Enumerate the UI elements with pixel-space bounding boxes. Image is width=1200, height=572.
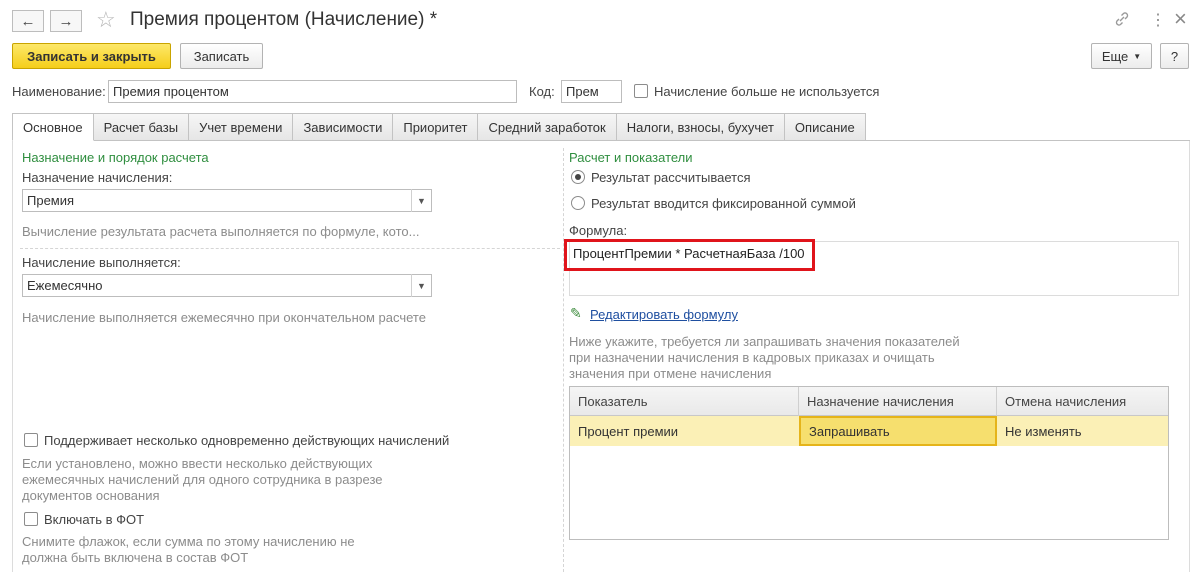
forward-button[interactable]: →	[50, 10, 82, 32]
indicators-hint-line-1: Ниже укажите, требуется ли запрашивать з…	[569, 334, 960, 349]
table-cell-assignment[interactable]: Запрашивать	[799, 416, 997, 446]
close-icon[interactable]: ×	[1174, 6, 1187, 32]
tab-taxes[interactable]: Налоги, взносы, бухучет	[616, 113, 785, 141]
unused-label: Начисление больше не используется	[654, 84, 880, 99]
purpose-hint: Вычисление результата расчета выполняетс…	[22, 224, 420, 239]
favorite-star-icon[interactable]: ☆	[96, 7, 116, 33]
purpose-value: Премия	[27, 193, 75, 208]
purpose-dropdown-arrow-icon[interactable]: ▼	[411, 189, 431, 212]
table-row[interactable]: Процент премии Запрашивать Не изменять	[570, 416, 1168, 446]
result-fixed-label: Результат вводится фиксированной суммой	[591, 196, 856, 211]
save-button[interactable]: Записать	[180, 43, 263, 69]
tab-main[interactable]: Основное	[12, 113, 94, 141]
code-label: Код:	[529, 84, 555, 99]
execution-value: Ежемесячно	[27, 278, 103, 293]
left-section-title: Назначение и порядок расчета	[22, 150, 209, 165]
code-input[interactable]: Прем	[561, 80, 622, 103]
column-divider	[563, 148, 564, 572]
tab-base-calc[interactable]: Расчет базы	[93, 113, 190, 141]
arrow-left-icon: ←	[20, 12, 36, 30]
section-divider	[20, 248, 560, 249]
window-title: Премия процентом (Начисление) *	[130, 9, 438, 30]
execution-hint: Начисление выполняется ежемесячно при ок…	[22, 310, 426, 325]
multi-hint-line-1: Если установлено, можно ввести несколько…	[22, 456, 373, 471]
indicators-hint-line-2: при назначении начисления в кадровых при…	[569, 350, 935, 365]
column-header-cancellation[interactable]: Отмена начисления	[997, 387, 1168, 416]
pencil-icon: ✎	[570, 305, 582, 321]
column-header-indicator[interactable]: Показатель	[570, 387, 799, 416]
result-fixed-radio[interactable]	[571, 196, 585, 210]
tab-bar: Основное Расчет базы Учет времени Зависи…	[12, 113, 866, 141]
back-button[interactable]: ←	[12, 10, 44, 32]
link-icon[interactable]	[1113, 10, 1131, 33]
name-label: Наименование:	[12, 84, 106, 99]
indicators-hint-line-3: значения при отмене начисления	[569, 366, 772, 381]
table-header: Показатель Назначение начисления Отмена …	[570, 387, 1168, 416]
dropdown-arrow-icon: ▼	[1133, 51, 1142, 61]
save-and-close-button[interactable]: Записать и закрыть	[12, 43, 171, 69]
multi-hint-line-3: документов основания	[22, 488, 160, 503]
tab-time[interactable]: Учет времени	[189, 113, 294, 141]
more-menu-icon[interactable]: ⋮	[1150, 10, 1166, 30]
more-button[interactable]: Еще ▼	[1091, 43, 1152, 69]
arrow-right-icon: →	[58, 12, 74, 30]
tab-priority[interactable]: Приоритет	[393, 113, 479, 141]
name-input[interactable]: Премия процентом	[108, 80, 517, 103]
column-header-assignment[interactable]: Назначение начисления	[799, 387, 997, 416]
execution-label: Начисление выполняется:	[22, 255, 181, 270]
unused-checkbox[interactable]	[634, 84, 648, 98]
result-calculated-label: Результат рассчитывается	[591, 170, 751, 185]
help-button[interactable]: ?	[1160, 43, 1189, 69]
tab-dependencies[interactable]: Зависимости	[293, 113, 394, 141]
formula-highlight-box	[564, 239, 815, 271]
edit-formula-link[interactable]: Редактировать формулу	[590, 307, 738, 322]
purpose-select[interactable]: Премия	[22, 189, 432, 212]
execution-select[interactable]: Ежемесячно	[22, 274, 432, 297]
table-cell-indicator[interactable]: Процент премии	[570, 416, 799, 446]
fot-hint-line-2: должна быть включена в состав ФОТ	[22, 550, 249, 565]
table-cell-cancellation[interactable]: Не изменять	[997, 416, 1168, 446]
fot-hint-line-1: Снимите флажок, если сумма по этому начи…	[22, 534, 355, 549]
formula-label: Формула:	[569, 223, 628, 238]
execution-dropdown-arrow-icon[interactable]: ▼	[411, 274, 431, 297]
result-calculated-radio[interactable]	[571, 170, 585, 184]
multi-accrual-checkbox[interactable]	[24, 433, 38, 447]
purpose-label: Назначение начисления:	[22, 170, 173, 185]
tab-average-earnings[interactable]: Средний заработок	[478, 113, 617, 141]
fot-checkbox[interactable]	[24, 512, 38, 526]
multi-hint-line-2: ежемесячных начислений для одного сотруд…	[22, 472, 383, 487]
tab-description[interactable]: Описание	[784, 113, 866, 141]
more-button-label: Еще	[1101, 48, 1129, 64]
multi-accrual-label: Поддерживает несколько одновременно дейс…	[44, 433, 450, 448]
indicators-table[interactable]: Показатель Назначение начисления Отмена …	[569, 386, 1169, 540]
right-section-title: Расчет и показатели	[569, 150, 693, 165]
fot-label: Включать в ФОТ	[44, 512, 145, 527]
